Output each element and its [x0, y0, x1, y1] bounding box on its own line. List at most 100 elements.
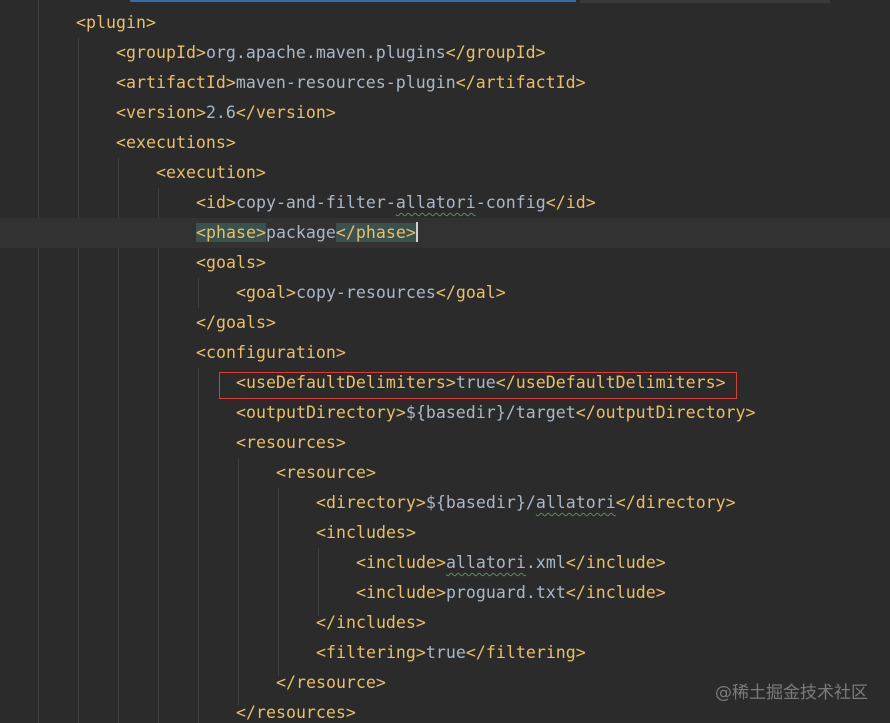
tab-indicator: [130, 0, 576, 2]
tag-name: artifactId: [126, 73, 226, 92]
open-tag: <include>: [356, 553, 446, 572]
open-tag: <goal>: [236, 283, 296, 302]
tag-bracket: <: [316, 643, 326, 662]
tag-bracket: >: [405, 223, 416, 242]
code-line[interactable]: <plugin>: [0, 8, 890, 38]
code-line[interactable]: <execution>: [0, 158, 890, 188]
code-line[interactable]: <includes>: [0, 518, 890, 548]
tag-name: includes: [326, 523, 406, 542]
code-line[interactable]: <artifactId>maven-resources-plugin</arti…: [0, 68, 890, 98]
close-tag: </include>: [566, 583, 666, 602]
code-line[interactable]: <groupId>org.apache.maven.plugins</group…: [0, 38, 890, 68]
tag-name: includes: [335, 613, 416, 632]
tag-bracket: >: [415, 613, 426, 632]
tag-bracket: <: [116, 73, 126, 92]
tag-name: execution: [166, 163, 256, 182]
code-line[interactable]: <goals>: [0, 248, 890, 278]
tag-bracket: <: [316, 523, 326, 542]
code-line[interactable]: </goals>: [0, 308, 890, 338]
text-caret: [415, 222, 418, 242]
tag-bracket: <: [196, 343, 206, 362]
code-line[interactable]: </includes>: [0, 608, 890, 638]
tag-bracket: >: [255, 253, 266, 272]
tag-bracket: <: [276, 463, 286, 482]
tag-bracket: >: [255, 163, 266, 182]
tag-bracket: >: [535, 43, 546, 62]
close-tag: </outputDirectory>: [576, 403, 756, 422]
code-line[interactable]: <resource>: [0, 458, 890, 488]
spellcheck-word: allatori: [445, 553, 526, 572]
tag-name: include: [585, 553, 656, 572]
close-tag: </phase>: [335, 223, 416, 242]
close-tag: </resource>: [276, 673, 386, 692]
code-line[interactable]: <directory>${basedir}/allatori</director…: [0, 488, 890, 518]
tag-bracket: </: [316, 613, 336, 632]
tag-name: goals: [215, 313, 266, 332]
element-text: package: [265, 223, 336, 242]
code-line[interactable]: <id>copy-and-filter-allatori-config</id>: [0, 188, 890, 218]
tag-bracket: <: [356, 553, 366, 572]
open-tag: <groupId>: [116, 43, 206, 62]
element-text: ${basedir}/: [425, 493, 536, 512]
tag-name: id: [565, 193, 586, 212]
tag-bracket: <: [236, 283, 246, 302]
tag-bracket: >: [745, 403, 756, 422]
tag-bracket: <: [116, 133, 126, 152]
tag-bracket: >: [655, 553, 666, 572]
code-line[interactable]: <filtering>true</filtering>: [0, 638, 890, 668]
tag-name: executions: [126, 133, 226, 152]
open-tag: <version>: [116, 103, 206, 122]
code-line[interactable]: <include>proguard.txt</include>: [0, 578, 890, 608]
tag-name: id: [206, 193, 226, 212]
tag-bracket: </: [335, 223, 356, 242]
tag-bracket: </: [276, 673, 296, 692]
element-text: copy-and-filter-: [235, 193, 396, 212]
tag-bracket: <: [196, 223, 206, 242]
code-line[interactable]: <executions>: [0, 128, 890, 158]
tag-bracket: </: [615, 493, 636, 512]
tag-bracket: <: [116, 103, 126, 122]
annotation-highlight-box: [219, 372, 737, 399]
tag-bracket: </: [545, 193, 566, 212]
tag-name: artifactId: [475, 73, 576, 92]
tag-bracket: </: [565, 553, 586, 572]
code-line[interactable]: <version>2.6</version>: [0, 98, 890, 128]
tag-name: filtering: [485, 643, 576, 662]
tag-bracket: </: [465, 643, 486, 662]
code-editor[interactable]: <plugin> <groupId>org.apache.maven.plugin…: [0, 0, 890, 723]
element-text: .xml: [525, 553, 566, 572]
code-line[interactable]: <phase>package</phase>: [0, 218, 890, 248]
tag-bracket: <: [196, 253, 206, 272]
element-text: proguard.txt: [445, 583, 566, 602]
open-tag: <includes>: [316, 523, 416, 542]
close-tag: </goals>: [196, 313, 276, 332]
code-line[interactable]: <resources>: [0, 428, 890, 458]
code-line[interactable]: <goal>copy-resources</goal>: [0, 278, 890, 308]
tag-bracket: <: [356, 583, 366, 602]
tag-bracket: <: [76, 13, 86, 32]
tag-bracket: >: [375, 673, 386, 692]
tag-bracket: </: [445, 43, 466, 62]
element-text: true: [425, 643, 466, 662]
tag-name: version: [126, 103, 196, 122]
tag-bracket: >: [195, 43, 206, 62]
code-line[interactable]: <outputDirectory>${basedir}/target</outp…: [0, 398, 890, 428]
tag-bracket: >: [405, 523, 416, 542]
open-tag: <phase>: [196, 223, 266, 242]
open-tag: <executions>: [116, 133, 236, 152]
spellcheck-word: allatori: [535, 493, 616, 512]
tag-bracket: >: [575, 643, 586, 662]
tag-bracket: >: [335, 343, 346, 362]
code-line[interactable]: <include>allatori.xml</include>: [0, 548, 890, 578]
spellcheck-word: allatori: [395, 193, 476, 212]
tag-name: resources: [255, 703, 346, 722]
tag-name: include: [366, 583, 436, 602]
close-tag: </includes>: [316, 613, 426, 632]
code-line[interactable]: <configuration>: [0, 338, 890, 368]
tag-name: include: [366, 553, 436, 572]
tag-name: goal: [246, 283, 286, 302]
watermark: @稀土掘金技术社区: [715, 683, 868, 703]
open-tag: <plugin>: [76, 13, 156, 32]
tag-bracket: >: [345, 703, 356, 722]
open-tag: <outputDirectory>: [236, 403, 406, 422]
